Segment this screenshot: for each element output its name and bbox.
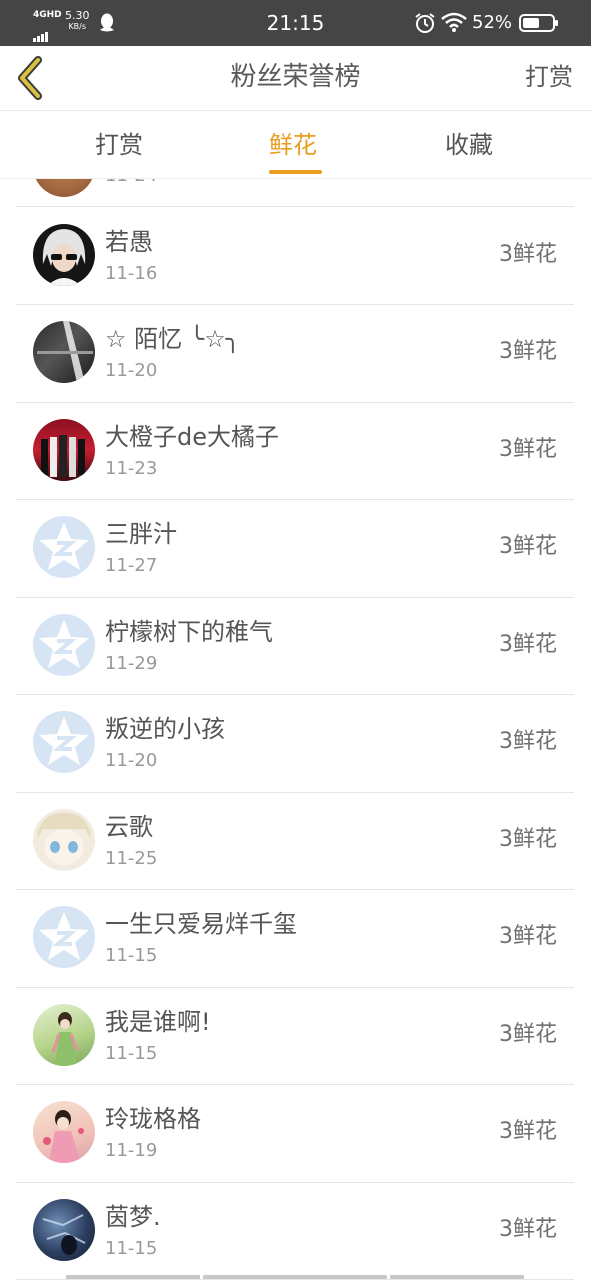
item-date: 11-29 xyxy=(105,653,158,674)
list-item[interactable]: 若愚 11-16 3鲜花 xyxy=(16,207,574,305)
wifi-icon xyxy=(441,12,467,36)
list-item[interactable]: 三胖汁 11-27 3鲜花 xyxy=(16,499,574,598)
list-item[interactable]: 一生只爱易烊千玺 11-15 3鲜花 xyxy=(16,889,574,988)
item-amount: 3鲜花 xyxy=(499,924,557,949)
list-item[interactable]: 大橙子de大橘子 11-23 3鲜花 xyxy=(16,402,574,500)
default-avatar-icon xyxy=(33,614,95,676)
tab-bar: 打赏 鲜花 收藏 xyxy=(0,111,591,179)
item-name: 云歌 xyxy=(105,813,153,841)
avatar xyxy=(33,179,95,197)
tab-favorites[interactable]: 收藏 xyxy=(445,129,493,161)
page-title: 粉丝荣誉榜 xyxy=(230,62,361,92)
item-amount: 3鲜花 xyxy=(499,339,557,364)
item-amount: 3鲜花 xyxy=(499,1022,557,1047)
avatar xyxy=(33,809,95,871)
fan-ranking-list[interactable]: 11-24 若愚 11-16 3鲜花 ☆ 陌忆 ╰☆╮ 11-20 3鲜花 xyxy=(0,179,591,1280)
battery-icon xyxy=(519,14,559,36)
avatar xyxy=(33,1199,95,1261)
tab-reward[interactable]: 打赏 xyxy=(95,129,143,161)
list-item[interactable]: ☆ 陌忆 ╰☆╮ 11-20 3鲜花 xyxy=(16,304,574,403)
status-bar: 4GHD 5.30 KB/s 21:15 52% xyxy=(0,0,591,46)
avatar xyxy=(33,1101,95,1163)
item-date: 11-19 xyxy=(105,1140,158,1161)
default-avatar-icon xyxy=(33,711,95,773)
list-item[interactable]: 茵梦. 11-15 3鲜花 xyxy=(16,1182,574,1280)
battery-percent: 52% xyxy=(472,12,513,33)
list-item[interactable]: 叛逆的小孩 11-20 3鲜花 xyxy=(16,694,574,793)
item-date: 11-15 xyxy=(105,945,158,966)
item-amount: 3鲜花 xyxy=(499,1119,557,1144)
item-name: 茵梦. xyxy=(105,1203,161,1231)
list-item[interactable]: 11-24 xyxy=(16,179,574,207)
reward-button[interactable]: 打赏 xyxy=(525,60,573,94)
horizontal-scrollbar xyxy=(0,1275,591,1280)
item-amount: 3鲜花 xyxy=(499,437,557,462)
avatar xyxy=(33,321,95,383)
item-name: 我是谁啊! xyxy=(105,1008,211,1036)
item-amount: 3鲜花 xyxy=(499,729,557,754)
item-date: 11-27 xyxy=(105,555,158,576)
item-amount: 3鲜花 xyxy=(499,1217,557,1242)
item-date: 11-24 xyxy=(105,179,157,187)
item-name: 玲珑格格 xyxy=(105,1105,201,1133)
tab-flowers[interactable]: 鲜花 xyxy=(269,129,317,161)
item-date: 11-15 xyxy=(105,1043,158,1064)
list-item[interactable]: 我是谁啊! 11-15 3鲜花 xyxy=(16,987,574,1085)
item-date: 11-15 xyxy=(105,1238,158,1259)
item-date: 11-20 xyxy=(105,750,158,771)
item-name: ☆ 陌忆 ╰☆╮ xyxy=(105,325,241,353)
item-date: 11-25 xyxy=(105,848,158,869)
avatar xyxy=(33,419,95,481)
item-name: 若愚 xyxy=(105,228,153,256)
avatar xyxy=(33,1004,95,1066)
default-avatar-icon xyxy=(33,906,95,968)
list-item[interactable]: 柠檬树下的稚气 11-29 3鲜花 xyxy=(16,597,574,695)
item-name: 大橙子de大橘子 xyxy=(105,423,279,451)
alarm-icon xyxy=(414,12,436,38)
item-name: 三胖汁 xyxy=(105,520,177,548)
item-name: 一生只爱易烊千玺 xyxy=(105,910,297,938)
item-date: 11-16 xyxy=(105,263,158,284)
item-name: 叛逆的小孩 xyxy=(105,715,225,743)
item-amount: 3鲜花 xyxy=(499,632,557,657)
list-item[interactable]: 玲珑格格 11-19 3鲜花 xyxy=(16,1084,574,1183)
list-item[interactable]: 云歌 11-25 3鲜花 xyxy=(16,792,574,890)
item-date: 11-23 xyxy=(105,458,158,479)
item-amount: 3鲜花 xyxy=(499,827,557,852)
active-tab-indicator xyxy=(269,170,322,174)
app-header: 粉丝荣誉榜 打赏 xyxy=(0,46,591,111)
avatar xyxy=(33,224,95,286)
item-amount: 3鲜花 xyxy=(499,242,557,267)
item-date: 11-20 xyxy=(105,360,158,381)
item-amount: 3鲜花 xyxy=(499,534,557,559)
item-name: 柠檬树下的稚气 xyxy=(105,618,273,646)
default-avatar-icon xyxy=(33,516,95,578)
